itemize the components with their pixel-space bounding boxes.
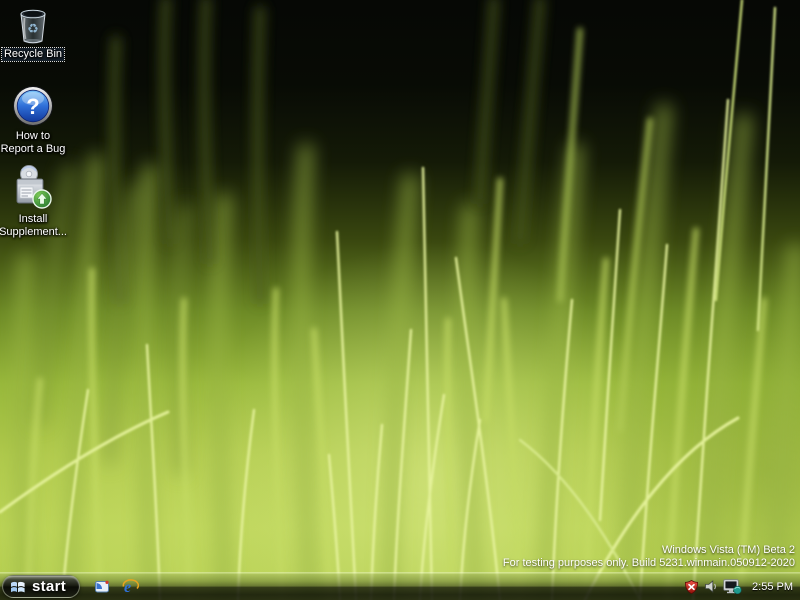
quick-launch-bar: e <box>95 578 140 595</box>
watermark-line2: For testing purposes only. Build 5231.wi… <box>502 557 795 569</box>
help-question-icon: ? <box>13 86 53 126</box>
screen: ♻ Recycle Bin ? How to Report a Bug Inst… <box>0 0 800 600</box>
desktop-icon-install-supplement[interactable]: Install Supplement... <box>0 164 67 239</box>
watermark-line1: Windows Vista (TM) Beta 2 <box>661 544 795 556</box>
taskbar-empty-area[interactable] <box>139 573 684 600</box>
start-button[interactable]: start <box>2 575 81 598</box>
taskbar: start e 2:55 PM <box>0 573 800 600</box>
desktop-icon-label: How to Report a Bug <box>1 130 66 156</box>
help-label-line1: How to <box>15 130 51 142</box>
help-label-line2: Report a Bug <box>0 143 66 155</box>
question-mark-glyph: ? <box>26 94 39 119</box>
install-label-line1: Install <box>18 213 48 225</box>
grass-wallpaper <box>0 0 800 600</box>
desktop-icon-label: Install Supplement... <box>0 213 67 239</box>
desktop-icon-recycle-bin[interactable]: ♻ Recycle Bin <box>0 6 66 62</box>
quick-launch-app-window-icon[interactable] <box>95 579 110 594</box>
installer-package-icon <box>16 165 52 209</box>
security-alert-icon[interactable] <box>684 579 699 595</box>
build-watermark: Windows Vista (TM) Beta 2 For testing pu… <box>503 544 795 570</box>
clock[interactable]: 2:55 PM <box>752 581 793 593</box>
recycle-bin-icon: ♻ <box>20 9 46 44</box>
volume-icon[interactable] <box>704 579 718 594</box>
windows-flag-icon <box>11 581 25 592</box>
desktop[interactable]: ♻ Recycle Bin ? How to Report a Bug Inst… <box>0 0 800 600</box>
system-tray: 2:55 PM <box>684 579 800 595</box>
recycle-symbol-glyph: ♻ <box>27 21 39 36</box>
install-label-line2: Supplement... <box>0 226 67 238</box>
recycle-bin-label: Recycle Bin <box>0 47 66 62</box>
desktop-icon-how-to-report-a-bug[interactable]: ? How to Report a Bug <box>0 84 66 156</box>
network-icon[interactable] <box>723 579 742 594</box>
start-button-label: start <box>32 578 67 595</box>
internet-explorer-icon[interactable]: e <box>121 578 140 595</box>
desktop-icon-label: Recycle Bin <box>0 47 66 62</box>
